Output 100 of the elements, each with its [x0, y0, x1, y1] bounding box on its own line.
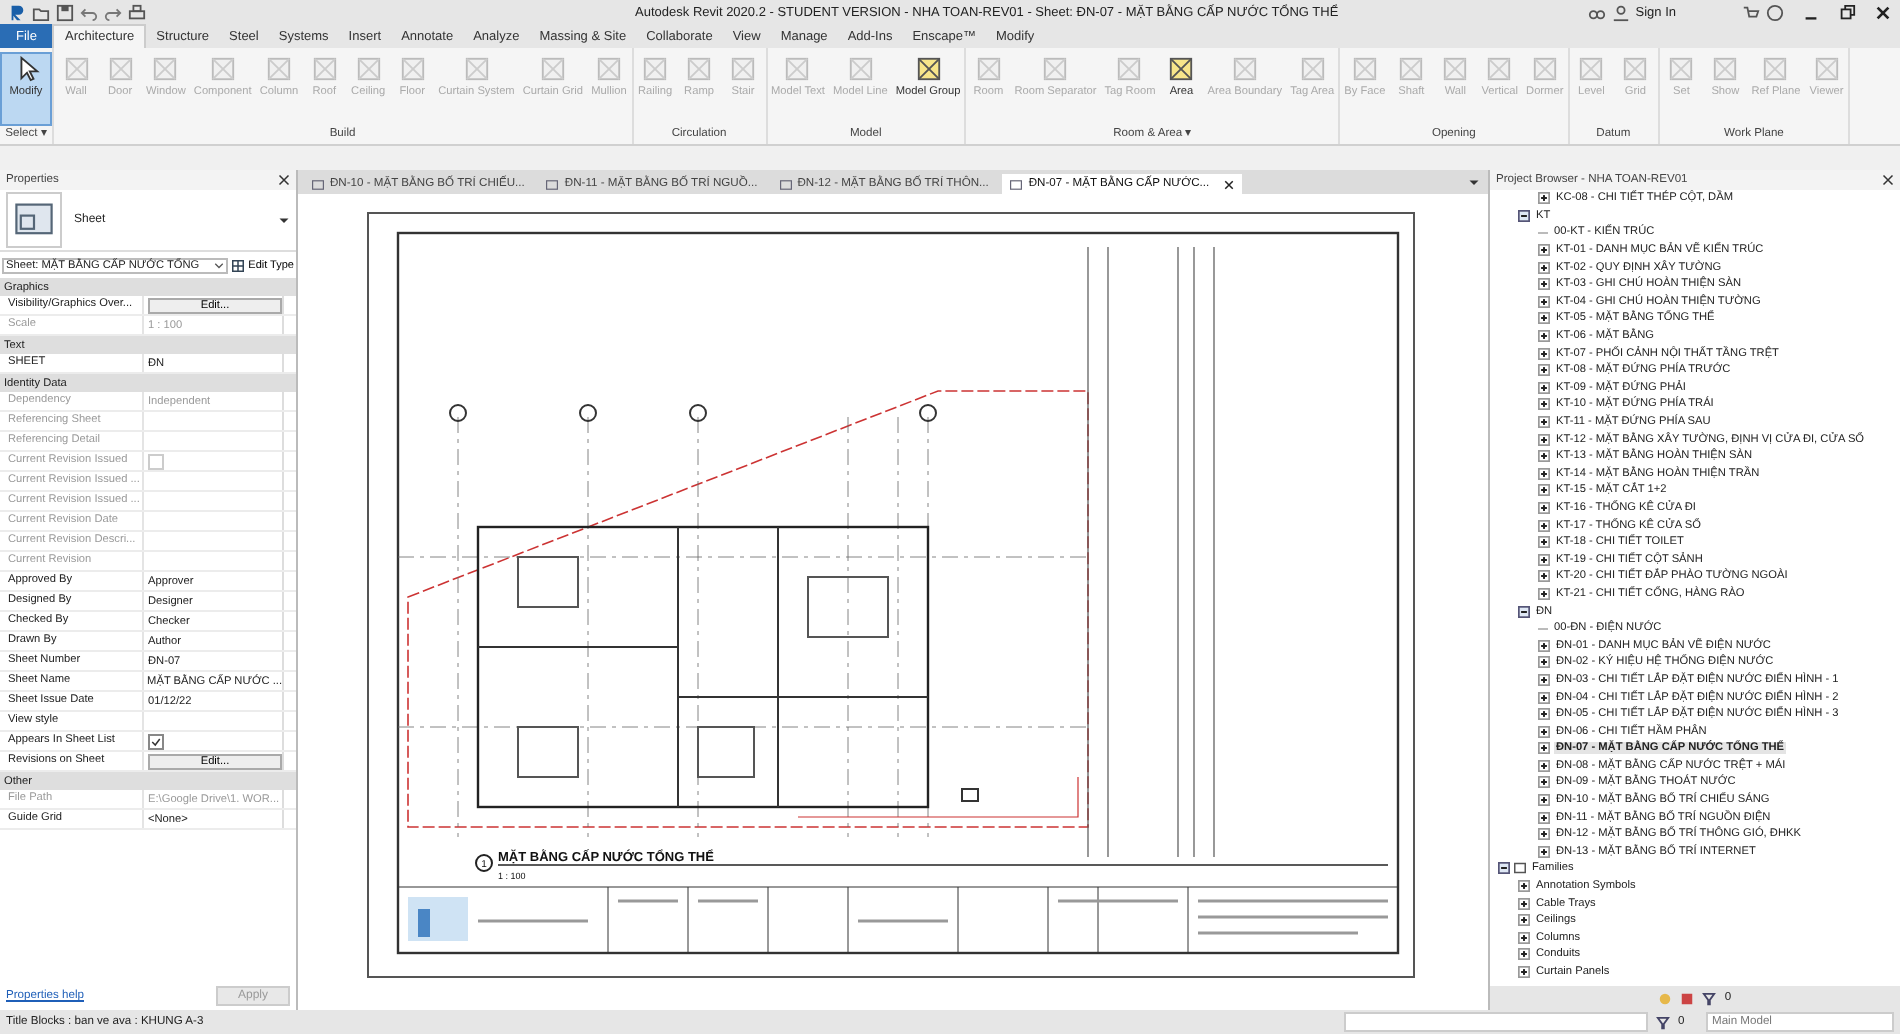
grid-icon: [232, 259, 245, 271]
expander-icon[interactable]: [1538, 433, 1550, 446]
tool-icon: [596, 56, 623, 82]
filter-icon[interactable]: [1702, 991, 1717, 1005]
expander-icon[interactable]: [1498, 862, 1510, 875]
folder-icon[interactable]: [32, 3, 50, 21]
tool-icon: [1622, 56, 1649, 82]
undo-icon[interactable]: [80, 3, 98, 21]
expander-icon[interactable]: [1518, 931, 1530, 944]
tool-icon: [1668, 56, 1695, 82]
expander-icon[interactable]: [1538, 192, 1550, 205]
expander-icon[interactable]: [1518, 605, 1530, 618]
tool-icon: [1486, 56, 1513, 82]
tool-icon: [642, 56, 669, 82]
expander-icon[interactable]: [1538, 501, 1550, 514]
expander-icon[interactable]: [1518, 897, 1530, 910]
tool-icon: [209, 56, 236, 82]
tool-icon: [311, 56, 338, 82]
expander-icon[interactable]: [1538, 381, 1550, 394]
expander-icon[interactable]: [1538, 759, 1550, 772]
expander-icon[interactable]: [1538, 828, 1550, 841]
close-icon[interactable]: [1882, 174, 1894, 186]
close-icon[interactable]: [278, 174, 290, 186]
tool-icon: [63, 56, 89, 82]
expander-icon[interactable]: [1538, 519, 1550, 532]
expander-icon[interactable]: [1538, 708, 1550, 721]
expander-icon[interactable]: [1538, 742, 1550, 755]
expander-icon[interactable]: [1538, 536, 1550, 549]
help-icon[interactable]: [1766, 3, 1784, 21]
expander-icon[interactable]: [1538, 330, 1550, 343]
tool-icon: [1712, 56, 1739, 82]
expander-icon[interactable]: [1538, 467, 1550, 480]
expander-icon[interactable]: [1538, 364, 1550, 377]
expander-icon[interactable]: [1538, 570, 1550, 583]
expander-icon[interactable]: [1538, 347, 1550, 360]
sheet-icon: [6, 192, 62, 248]
expander-icon[interactable]: [1538, 450, 1550, 463]
folder-icon: [1514, 862, 1526, 875]
tool-icon: [463, 56, 490, 82]
tool-icon: [1531, 56, 1558, 82]
tool-icon: [107, 56, 133, 82]
cart-icon[interactable]: [1742, 3, 1760, 21]
restore-icon[interactable]: [1838, 3, 1856, 21]
tool-icon: [1813, 56, 1840, 82]
tool-icon: [1231, 56, 1258, 82]
expander-icon[interactable]: [1538, 776, 1550, 789]
expander-icon[interactable]: [1538, 673, 1550, 686]
checkbox[interactable]: [148, 733, 164, 749]
expander-icon[interactable]: [1538, 811, 1550, 824]
tool-icon: [1116, 56, 1143, 82]
expander-icon[interactable]: [1538, 295, 1550, 308]
redo-icon[interactable]: [104, 3, 122, 21]
tool-icon: [1299, 56, 1326, 82]
tool-icon: [1762, 56, 1789, 82]
expander-icon[interactable]: [1538, 244, 1550, 257]
caret-icon[interactable]: [1468, 176, 1480, 188]
expander-icon[interactable]: [1518, 948, 1530, 961]
app-logo-icon[interactable]: [8, 3, 26, 21]
tool-icon: [265, 56, 292, 82]
expander-icon[interactable]: [1538, 553, 1550, 566]
close-icon[interactable]: [1223, 179, 1234, 189]
caret-icon: [278, 214, 290, 226]
tool-icon: [847, 56, 874, 82]
expander-icon[interactable]: [1538, 484, 1550, 497]
tool-icon: [1351, 56, 1378, 82]
expander-icon[interactable]: [1538, 278, 1550, 291]
expander-icon[interactable]: [1538, 691, 1550, 704]
tool-icon: [1442, 56, 1469, 82]
expander-icon[interactable]: [1538, 398, 1550, 411]
sheet-icon: [312, 179, 324, 189]
tool-icon: [730, 56, 757, 82]
sheet-icon: [779, 179, 792, 189]
tool-icon: [1168, 56, 1195, 82]
tool-icon: [1578, 56, 1605, 82]
tool-icon: [355, 56, 382, 82]
expander-icon[interactable]: [1538, 845, 1550, 858]
save-icon[interactable]: [56, 3, 74, 21]
expander-icon[interactable]: [1518, 880, 1530, 893]
expander-icon[interactable]: [1518, 209, 1530, 222]
expander-icon[interactable]: [1538, 312, 1550, 325]
print-icon[interactable]: [128, 3, 146, 21]
expander-icon[interactable]: [1538, 261, 1550, 274]
expander-icon[interactable]: [1538, 416, 1550, 429]
tool-icon: [152, 56, 179, 82]
tool-icon: [784, 56, 811, 82]
expander-icon[interactable]: [1518, 966, 1530, 979]
filter-icon[interactable]: [1656, 1015, 1670, 1029]
expander-icon[interactable]: [1538, 587, 1550, 600]
expander-icon[interactable]: [1538, 725, 1550, 738]
expander-icon[interactable]: [1538, 794, 1550, 807]
close-icon[interactable]: [1874, 3, 1892, 21]
sheet-icon: [1010, 179, 1023, 189]
user-icon[interactable]: [1611, 3, 1630, 21]
expander-icon[interactable]: [1538, 656, 1550, 669]
expander-icon[interactable]: [1538, 639, 1550, 652]
view-number-icon: [475, 854, 493, 872]
caret-icon: [214, 260, 225, 270]
expander-icon[interactable]: [1518, 914, 1530, 927]
tool-icon: [915, 56, 942, 82]
tool-icon: [1042, 56, 1069, 82]
